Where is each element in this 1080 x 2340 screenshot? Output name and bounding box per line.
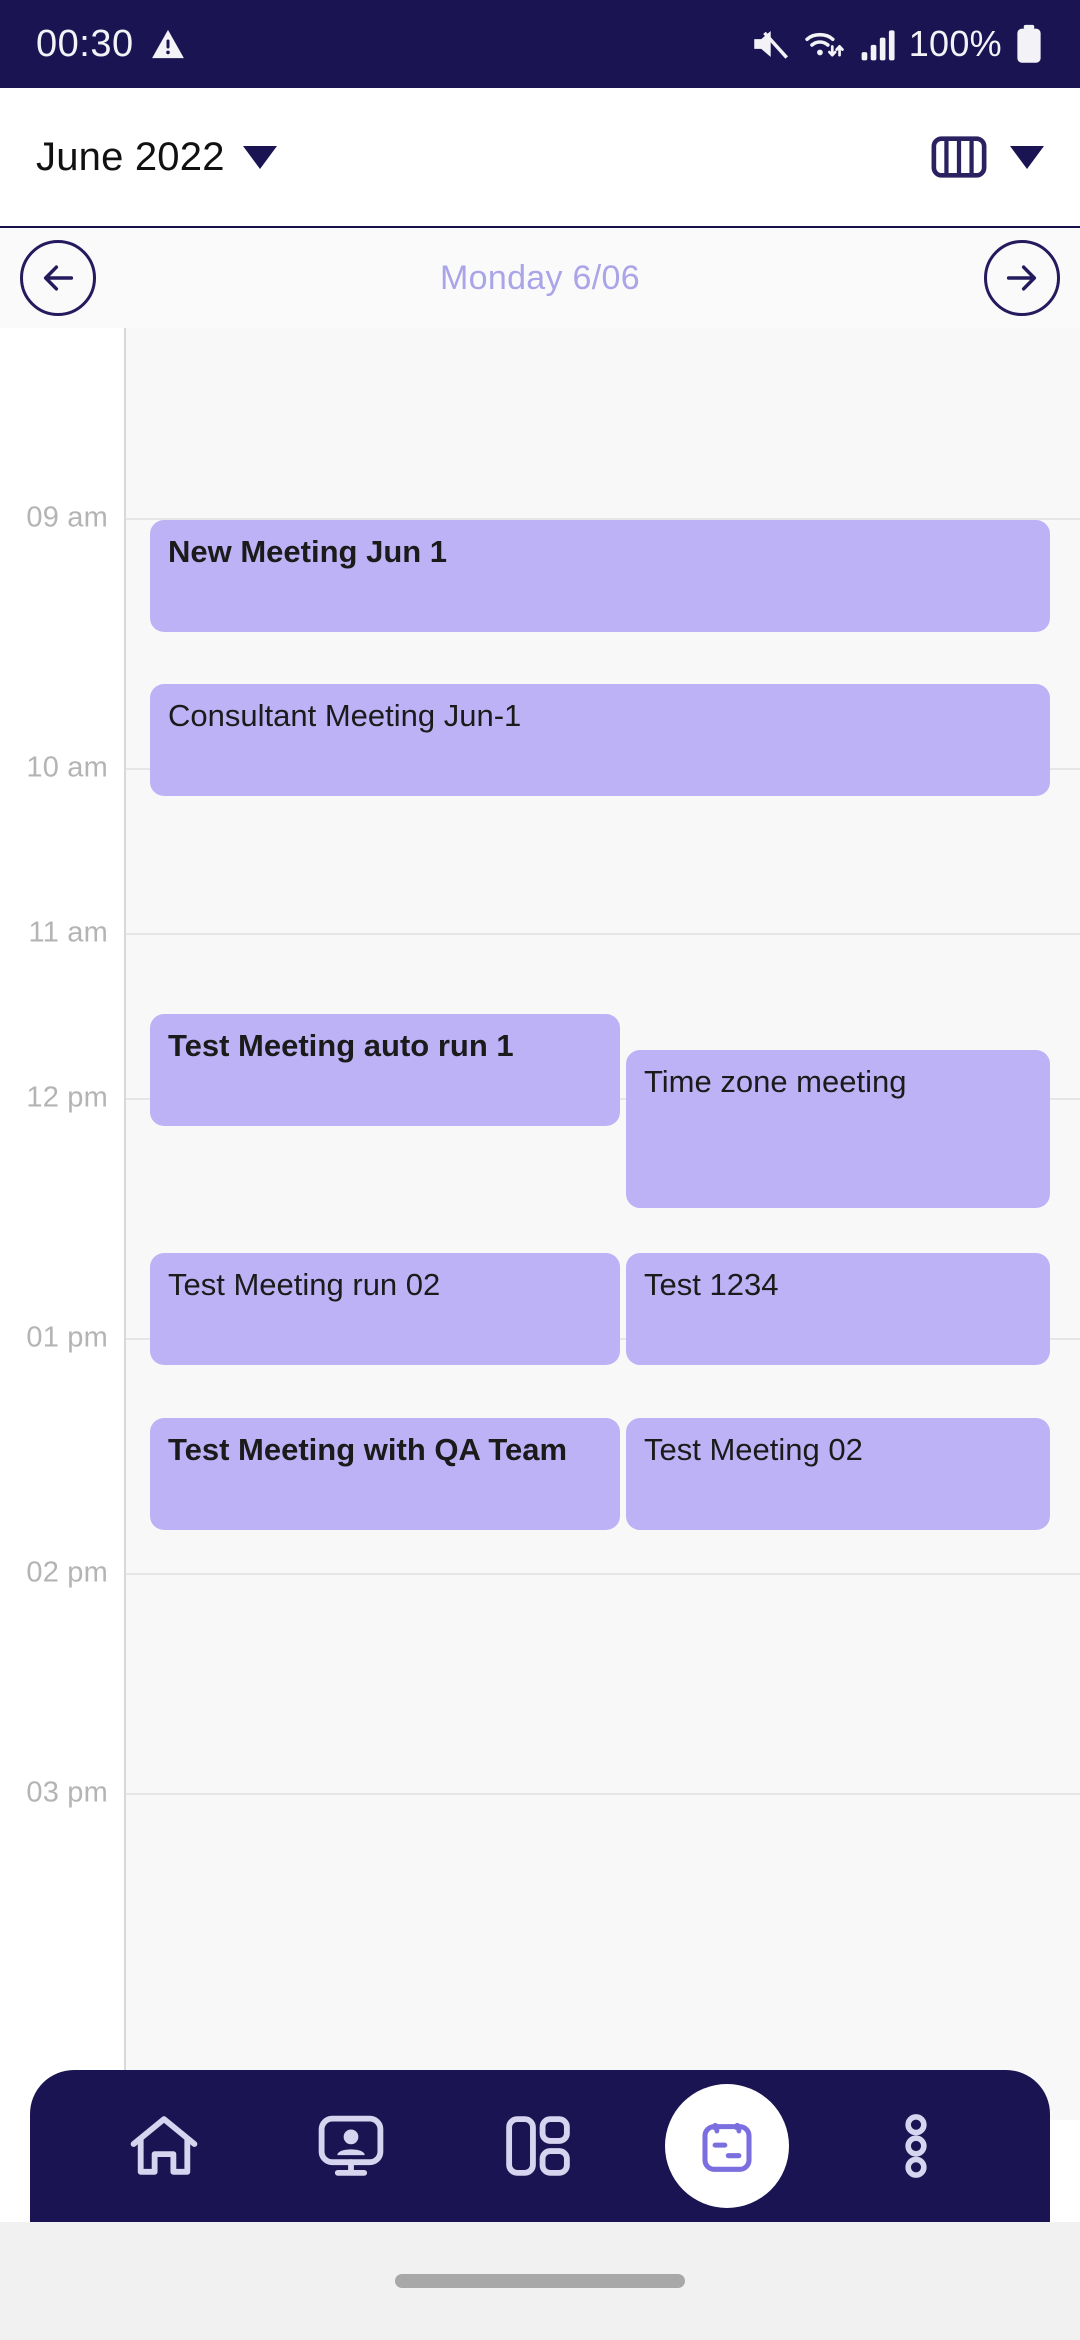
- home-indicator[interactable]: [395, 2274, 685, 2288]
- month-label: June 2022: [36, 134, 225, 179]
- calendar-event-title: New Meeting Jun 1: [168, 534, 448, 569]
- monitor-user-icon: [313, 2108, 389, 2184]
- time-axis-column: 09 am 10 am 11 am 12 pm 01 pm 02 pm 03 pm: [0, 328, 126, 2120]
- calendar-event[interactable]: Test Meeting with QA Team: [150, 1418, 620, 1530]
- calendar-event-title: Test Meeting 02: [644, 1432, 863, 1467]
- date-navigation-bar: Monday 6/06: [0, 228, 1080, 328]
- battery-percent-label: 100%: [908, 23, 1002, 64]
- calendar-day-view[interactable]: New Meeting Jun 1 Consultant Meeting Jun-…: [0, 328, 1080, 2120]
- battery-icon: [1014, 23, 1044, 65]
- calendar-event-title: Test Meeting auto run 1: [168, 1028, 514, 1063]
- calendar-icon: [694, 2113, 760, 2179]
- calendar-event-title: Test 1234: [644, 1267, 779, 1302]
- calendar-grid[interactable]: New Meeting Jun 1 Consultant Meeting Jun-…: [126, 328, 1080, 2120]
- nav-item-more[interactable]: [856, 2086, 976, 2206]
- app-root: 00:30 100% June 2022 Monday 6/06 New Mee…: [0, 0, 1080, 2340]
- time-label: 02 pm: [26, 1556, 108, 1589]
- calendar-event[interactable]: Consultant Meeting Jun-1: [150, 684, 1050, 796]
- nav-item-calendar[interactable]: [665, 2084, 790, 2208]
- calendar-event[interactable]: Time zone meeting: [626, 1050, 1050, 1208]
- month-selector[interactable]: June 2022: [36, 135, 277, 180]
- calendar-event[interactable]: Test Meeting run 02: [150, 1253, 620, 1365]
- calendar-event-title: Test Meeting with QA Team: [168, 1432, 568, 1467]
- view-chevron-down-icon: [1010, 145, 1044, 169]
- mute-icon: [749, 23, 791, 65]
- calendar-event-title: Time zone meeting: [644, 1064, 907, 1099]
- nav-item-monitor-user[interactable]: [291, 2086, 411, 2206]
- chevron-down-icon: [242, 145, 277, 169]
- status-bar-left: 00:30: [36, 23, 186, 66]
- status-bar: 00:30 100%: [0, 0, 1080, 88]
- time-label: 10 am: [26, 751, 108, 784]
- calendar-event[interactable]: Test Meeting auto run 1: [150, 1014, 620, 1126]
- hour-gridline: [126, 933, 1080, 935]
- time-label: 11 am: [28, 916, 108, 949]
- next-day-button[interactable]: [984, 240, 1060, 316]
- signal-bars-icon: [859, 24, 897, 64]
- time-label: 01 pm: [26, 1321, 108, 1354]
- nav-item-home[interactable]: [104, 2086, 224, 2206]
- status-clock: 00:30: [36, 22, 134, 65]
- home-icon: [126, 2108, 202, 2184]
- prev-day-button[interactable]: [20, 240, 96, 316]
- calendar-event[interactable]: New Meeting Jun 1: [150, 520, 1050, 632]
- nav-item-dashboard[interactable]: [478, 2086, 598, 2206]
- app-header: June 2022: [0, 88, 1080, 228]
- warning-triangle-icon: [150, 26, 186, 62]
- wifi-icon: [803, 23, 847, 65]
- dashboard-layout-icon: [500, 2108, 576, 2184]
- calendar-event[interactable]: Test 1234: [626, 1253, 1050, 1365]
- bottom-navigation-bar: [30, 2070, 1050, 2222]
- more-vertical-icon: [888, 2108, 944, 2184]
- hour-gridline: [126, 1793, 1080, 1795]
- calendar-event-title: Consultant Meeting Jun-1: [168, 698, 522, 733]
- time-label: 09 am: [26, 501, 108, 534]
- hour-gridline: [126, 1573, 1080, 1575]
- view-selector[interactable]: [930, 129, 1044, 185]
- status-bar-right: 100%: [749, 23, 1044, 65]
- time-label: 12 pm: [26, 1081, 108, 1114]
- current-date-label: Monday 6/06: [440, 258, 640, 297]
- calendar-event-title: Test Meeting run 02: [168, 1267, 441, 1302]
- columns-view-icon[interactable]: [930, 129, 988, 185]
- system-home-indicator-area: [0, 2222, 1080, 2340]
- time-label: 03 pm: [26, 1776, 108, 1809]
- calendar-event[interactable]: Test Meeting 02: [626, 1418, 1050, 1530]
